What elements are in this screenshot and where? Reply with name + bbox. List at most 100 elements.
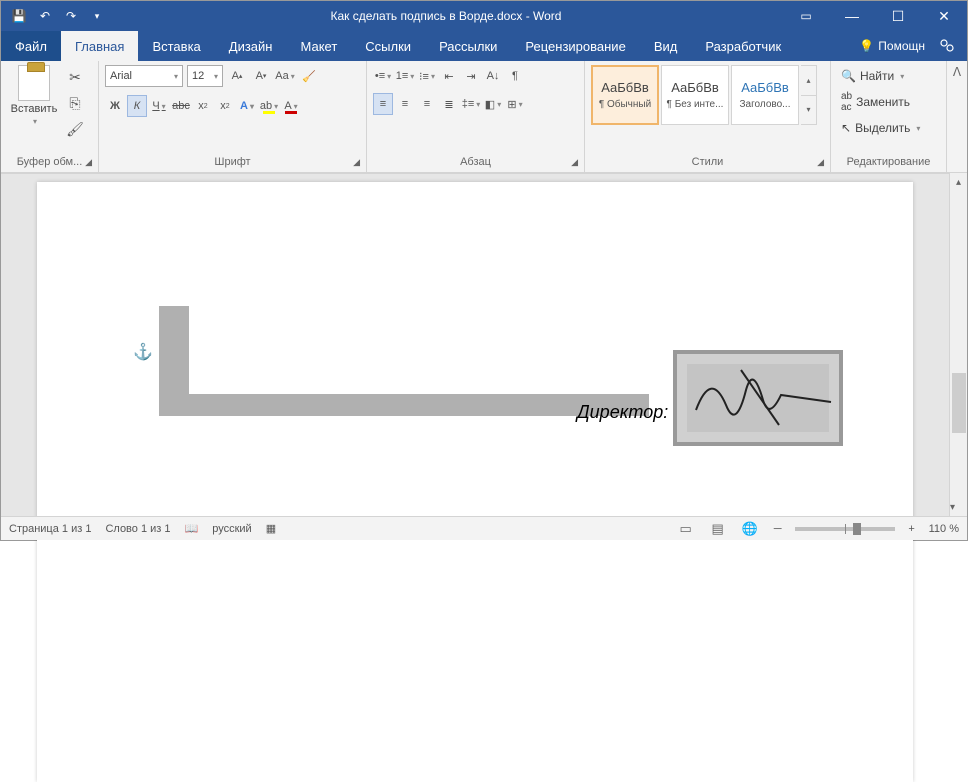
tab-design[interactable]: Дизайн <box>215 31 287 61</box>
tab-layout[interactable]: Макет <box>286 31 351 61</box>
language-indicator[interactable]: русский <box>212 523 251 535</box>
zoom-slider[interactable] <box>795 527 895 531</box>
selection-rect <box>159 394 649 416</box>
tab-home[interactable]: Главная <box>61 31 138 61</box>
clipboard-dialog-launcher-icon[interactable]: ◢ <box>85 157 92 168</box>
tab-file[interactable]: Файл <box>1 31 61 61</box>
vertical-scrollbar[interactable]: ▴ ▾ <box>949 173 967 516</box>
decrease-indent-icon[interactable]: ⇤ <box>439 65 459 87</box>
tab-review[interactable]: Рецензирование <box>511 31 639 61</box>
signature-drawing <box>691 360 841 440</box>
qat-customize-icon[interactable]: ▾ <box>85 4 109 28</box>
cursor-icon: ↖ <box>841 121 851 135</box>
undo-icon[interactable]: ↶ <box>33 4 57 28</box>
superscript-button[interactable]: x2 <box>215 95 235 117</box>
search-icon: 🔍 <box>841 69 856 83</box>
paragraph-dialog-launcher-icon[interactable]: ◢ <box>571 157 578 168</box>
share-icon[interactable] <box>935 34 959 58</box>
scroll-up-icon[interactable]: ▴ <box>950 173 967 191</box>
grow-font-icon[interactable]: A▴ <box>227 65 247 87</box>
print-layout-icon[interactable]: ▤ <box>707 520 729 538</box>
style-normal[interactable]: АаБбВв ¶ Обычный <box>591 65 659 125</box>
tab-references[interactable]: Ссылки <box>351 31 425 61</box>
font-color-icon[interactable]: A▾ <box>281 95 301 117</box>
zoom-out-button[interactable]: ─ <box>771 523 785 535</box>
page[interactable]: ⚓ Директор: <box>37 182 913 782</box>
word-count[interactable]: Слово 1 из 1 <box>105 523 170 535</box>
underline-button[interactable]: Ч▾ <box>149 95 169 117</box>
font-name-combo[interactable]: Arial▾ <box>105 65 183 87</box>
paragraph-group-label: Абзац <box>460 156 491 168</box>
sort-icon[interactable]: A↓ <box>483 65 503 87</box>
collapse-ribbon-icon[interactable]: ᐱ <box>947 61 967 172</box>
window-buttons: ― ☐ ✕ <box>829 1 967 31</box>
web-layout-icon[interactable]: 🌐 <box>739 520 761 538</box>
chevron-down-icon: ▾ <box>801 95 816 125</box>
multilevel-list-icon[interactable]: ⁝≡▾ <box>417 65 437 87</box>
anchor-icon: ⚓ <box>133 342 153 362</box>
group-styles: АаБбВв ¶ Обычный АаБбВв ¶ Без инте... Аа… <box>585 61 831 172</box>
zoom-level[interactable]: 110 % <box>929 523 959 535</box>
save-icon[interactable]: 💾 <box>7 4 31 28</box>
bold-button[interactable]: Ж <box>105 95 125 117</box>
line-spacing-icon[interactable]: ‡≡▾ <box>461 93 481 115</box>
font-dialog-launcher-icon[interactable]: ◢ <box>353 157 360 168</box>
bullets-icon[interactable]: •≡▾ <box>373 65 393 87</box>
style-heading1[interactable]: АаБбВв Заголово... <box>731 65 799 125</box>
strikethrough-button[interactable]: abc <box>171 95 191 117</box>
cut-icon[interactable]: ✂ <box>65 67 85 87</box>
select-button[interactable]: ↖ Выделить▾ <box>837 117 924 139</box>
tab-mailings[interactable]: Рассылки <box>425 31 511 61</box>
tell-me-search[interactable]: 💡 Помощн <box>859 39 925 53</box>
style-no-spacing[interactable]: АаБбВв ¶ Без инте... <box>661 65 729 125</box>
italic-button[interactable]: К <box>127 95 147 117</box>
text-effects-icon[interactable]: A▾ <box>237 95 257 117</box>
format-painter-icon[interactable]: 🖌 <box>65 119 85 139</box>
minimize-button[interactable]: ― <box>829 1 875 31</box>
redo-icon[interactable]: ↷ <box>59 4 83 28</box>
align-left-icon[interactable]: ≡ <box>373 93 393 115</box>
tab-view[interactable]: Вид <box>640 31 692 61</box>
shading-icon[interactable]: ◧▾ <box>483 93 503 115</box>
tab-insert[interactable]: Вставка <box>138 31 214 61</box>
window-title: Как сделать подпись в Ворде.docx - Word <box>109 9 783 23</box>
justify-icon[interactable]: ≣ <box>439 93 459 115</box>
group-paragraph: •≡▾ 1≡▾ ⁝≡▾ ⇤ ⇥ A↓ ¶ ≡ ≡ ≡ ≣ ‡≡▾ ◧▾ ⊞▾ <box>367 61 585 172</box>
title-bar: 💾 ↶ ↷ ▾ Как сделать подпись в Ворде.docx… <box>1 1 967 31</box>
ribbon-display-options-icon[interactable]: ▭ <box>783 1 829 31</box>
find-button[interactable]: 🔍 Найти▾ <box>837 65 924 87</box>
replace-button[interactable]: abac Заменить <box>837 91 924 113</box>
styles-dialog-launcher-icon[interactable]: ◢ <box>817 157 824 168</box>
scroll-thumb[interactable] <box>952 373 966 433</box>
shrink-font-icon[interactable]: A▾ <box>251 65 271 87</box>
macro-icon[interactable]: ▦ <box>266 522 276 535</box>
borders-icon[interactable]: ⊞▾ <box>505 93 525 115</box>
group-clipboard: Вставить ▾ ✂ ⎘ 🖌 Буфер обм...◢ <box>1 61 99 172</box>
document-area[interactable]: ⚓ Директор: <box>1 173 949 516</box>
align-center-icon[interactable]: ≡ <box>395 93 415 115</box>
styles-more-button[interactable]: ▴ ▾ <box>801 65 817 125</box>
scroll-down-icon[interactable]: ▾ <box>950 498 955 516</box>
page-indicator[interactable]: Страница 1 из 1 <box>9 523 91 535</box>
increase-indent-icon[interactable]: ⇥ <box>461 65 481 87</box>
close-button[interactable]: ✕ <box>921 1 967 31</box>
tell-me-label: Помощн <box>878 39 925 53</box>
zoom-handle[interactable] <box>853 523 861 535</box>
tab-developer[interactable]: Разработчик <box>691 31 795 61</box>
change-case-icon[interactable]: Aa▾ <box>275 65 295 87</box>
font-size-combo[interactable]: 12▾ <box>187 65 223 87</box>
show-hide-marks-icon[interactable]: ¶ <box>505 65 525 87</box>
numbering-icon[interactable]: 1≡▾ <box>395 65 415 87</box>
clear-formatting-icon[interactable]: 🧹 <box>299 65 319 87</box>
align-right-icon[interactable]: ≡ <box>417 93 437 115</box>
paste-button[interactable]: Вставить ▾ <box>7 65 61 126</box>
selection-rect <box>159 306 189 394</box>
maximize-button[interactable]: ☐ <box>875 1 921 31</box>
copy-icon[interactable]: ⎘ <box>65 93 85 113</box>
subscript-button[interactable]: x2 <box>193 95 213 117</box>
spellcheck-icon[interactable]: 📖 <box>185 522 199 535</box>
read-mode-icon[interactable]: ▭ <box>675 520 697 538</box>
lightbulb-icon: 💡 <box>859 39 874 53</box>
zoom-in-button[interactable]: + <box>905 523 919 535</box>
highlight-color-icon[interactable]: ab▾ <box>259 95 279 117</box>
